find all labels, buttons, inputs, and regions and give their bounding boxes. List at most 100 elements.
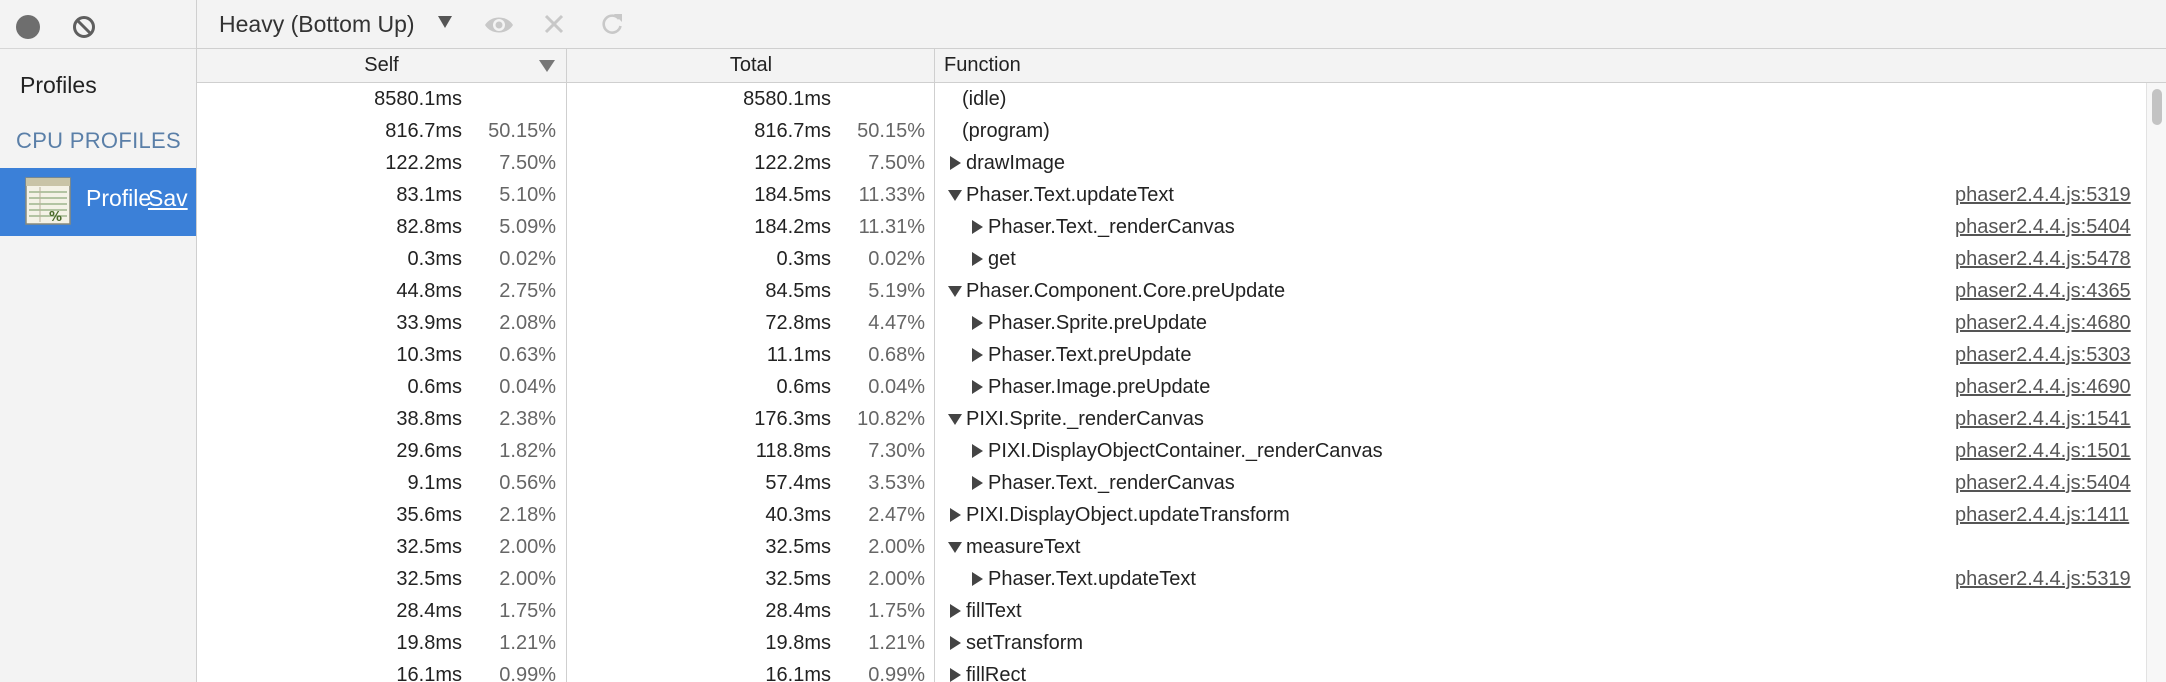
source-link[interactable]: phaser2.4.4.js:5303 [1955, 344, 2141, 367]
self-time-cell: 83.1ms [396, 184, 462, 206]
disclosure-collapsed-icon[interactable] [970, 316, 984, 330]
sidebar-item-profile[interactable]: % Profile Sav [0, 168, 196, 236]
disclosure-collapsed-icon[interactable] [948, 156, 962, 170]
source-link[interactable]: phaser2.4.4.js:5404 [1955, 216, 2141, 239]
table-row[interactable]: 10.3ms 0.63% 11.1ms 0.68% Phaser.Text.preUpd… [197, 339, 2166, 371]
table-row[interactable]: 38.8ms 2.38% 176.3ms 10.82% PIXI.Sprite._ren… [197, 403, 2166, 435]
source-link[interactable]: phaser2.4.4.js:5319 [1955, 184, 2141, 207]
disclosure-collapsed-icon[interactable] [970, 380, 984, 394]
total-percent-cell: 5.19% [868, 280, 925, 302]
dropdown-caret-icon[interactable] [435, 12, 455, 32]
vertical-scrollbar[interactable] [2146, 83, 2166, 682]
total-percent-cell: 1.21% [868, 632, 925, 654]
self-time-cell: 33.9ms [396, 312, 462, 334]
source-link[interactable]: phaser2.4.4.js:4690 [1955, 376, 2141, 399]
table-row[interactable]: 0.3ms 0.02% 0.3ms 0.02% get phaser2.4.4.js:54… [197, 243, 2166, 275]
source-link[interactable]: phaser2.4.4.js:1541 [1955, 408, 2141, 431]
self-percent-cell: 0.02% [499, 248, 556, 270]
clear-icon[interactable] [72, 15, 96, 39]
table-row[interactable]: 9.1ms 0.56% 57.4ms 3.53% Phaser.Text._render… [197, 467, 2166, 499]
total-time-cell: 32.5ms [765, 536, 831, 558]
self-percent-cell: 0.04% [499, 376, 556, 398]
disclosure-collapsed-icon[interactable] [970, 220, 984, 234]
source-link[interactable]: phaser2.4.4.js:5478 [1955, 248, 2141, 271]
total-time-cell: 0.6ms [776, 376, 831, 398]
disclosure-expanded-icon[interactable] [948, 540, 962, 554]
total-time-cell: 72.8ms [765, 312, 831, 334]
table-row[interactable]: 32.5ms 2.00% 32.5ms 2.00% Phaser.Text.update… [197, 563, 2166, 595]
disclosure-collapsed-icon[interactable] [948, 508, 962, 522]
disclosure-collapsed-icon[interactable] [970, 476, 984, 490]
function-name: fillRect [966, 664, 1027, 682]
table-row[interactable]: 8580.1ms 8580.1ms (idle) [197, 83, 2166, 115]
table-row[interactable]: 29.6ms 1.82% 118.8ms 7.30% PIXI.DisplayObjec… [197, 435, 2166, 467]
table-row[interactable]: 44.8ms 2.75% 84.5ms 5.19% Phaser.Component.C… [197, 275, 2166, 307]
total-percent-cell: 0.68% [868, 344, 925, 366]
self-time-cell: 82.8ms [396, 216, 462, 238]
sidebar-title: Profiles [20, 72, 97, 98]
disclosure-expanded-icon[interactable] [948, 412, 962, 426]
total-percent-cell: 0.02% [868, 248, 925, 270]
main-toolbar: Heavy (Bottom Up) [197, 0, 2166, 49]
function-name: (idle) [962, 88, 1007, 110]
source-link[interactable]: phaser2.4.4.js:1411 [1955, 504, 2141, 527]
table-row[interactable]: 16.1ms 0.99% 16.1ms 0.99% fillRect [197, 659, 2166, 682]
total-percent-cell: 0.99% [868, 664, 925, 682]
focus-eye-icon[interactable] [483, 12, 515, 38]
source-link[interactable]: phaser2.4.4.js:4365 [1955, 280, 2141, 303]
table-row[interactable]: 33.9ms 2.08% 72.8ms 4.47% Phaser.Sprite.preU… [197, 307, 2166, 339]
self-time-cell: 0.6ms [407, 376, 462, 398]
function-name: Phaser.Sprite.preUpdate [988, 312, 1208, 334]
total-time-cell: 16.1ms [765, 664, 831, 682]
reload-icon[interactable] [599, 11, 625, 37]
table-row[interactable]: 122.2ms 7.50% 122.2ms 7.50% drawImage [197, 147, 2166, 179]
function-name: PIXI.DisplayObjectContainer._renderCanva… [988, 440, 1383, 462]
function-name: PIXI.Sprite._renderCanvas [966, 408, 1204, 430]
source-link[interactable]: phaser2.4.4.js:5404 [1955, 472, 2141, 495]
disclosure-collapsed-icon[interactable] [970, 348, 984, 362]
table-row[interactable]: 816.7ms 50.15% 816.7ms 50.15% (program) [197, 115, 2166, 147]
disclosure-collapsed-icon[interactable] [970, 252, 984, 266]
table-row[interactable]: 19.8ms 1.21% 19.8ms 1.21% setTransform [197, 627, 2166, 659]
table-row[interactable]: 0.6ms 0.04% 0.6ms 0.04% Phaser.Image.preUpda… [197, 371, 2166, 403]
record-button[interactable] [16, 15, 40, 39]
self-time-cell: 16.1ms [396, 664, 462, 682]
table-row[interactable]: 32.5ms 2.00% 32.5ms 2.00% measureText [197, 531, 2166, 563]
disclosure-collapsed-icon[interactable] [970, 444, 984, 458]
disclosure-collapsed-icon[interactable] [970, 572, 984, 586]
total-time-cell: 184.5ms [754, 184, 831, 206]
exclude-x-icon[interactable] [542, 12, 566, 36]
disclosure-collapsed-icon[interactable] [948, 668, 962, 682]
function-name: Phaser.Text.updateText [966, 184, 1174, 206]
disclosure-expanded-icon[interactable] [948, 284, 962, 298]
total-percent-cell: 2.47% [868, 504, 925, 526]
column-header-function[interactable]: Function [944, 49, 1021, 82]
total-time-cell: 8580.1ms [743, 88, 831, 110]
view-mode-select[interactable]: Heavy (Bottom Up) [219, 11, 415, 38]
total-time-cell: 32.5ms [765, 568, 831, 590]
disclosure-collapsed-icon[interactable] [948, 604, 962, 618]
self-time-cell: 9.1ms [407, 472, 462, 494]
source-link[interactable]: phaser2.4.4.js:1501 [1955, 440, 2141, 463]
table-row[interactable]: 35.6ms 2.18% 40.3ms 2.47% PIXI.DisplayObject… [197, 499, 2166, 531]
column-header-self[interactable]: Self [197, 49, 566, 82]
total-percent-cell: 4.47% [868, 312, 925, 334]
self-time-cell: 29.6ms [396, 440, 462, 462]
total-percent-cell: 11.33% [858, 184, 925, 206]
save-link[interactable]: Sav [148, 185, 188, 212]
self-percent-cell: 2.08% [499, 312, 556, 334]
column-header-total[interactable]: Total [567, 49, 935, 82]
total-percent-cell: 2.00% [868, 536, 925, 558]
disclosure-collapsed-icon[interactable] [948, 636, 962, 650]
function-name: (program) [962, 120, 1050, 142]
table-row[interactable]: 83.1ms 5.10% 184.5ms 11.33% Phaser.Text.upda… [197, 179, 2166, 211]
table-row[interactable]: 82.8ms 5.09% 184.2ms 11.31% Phaser.Text._ren… [197, 211, 2166, 243]
source-link[interactable]: phaser2.4.4.js:4680 [1955, 312, 2141, 335]
disclosure-expanded-icon[interactable] [948, 188, 962, 202]
source-link[interactable]: phaser2.4.4.js:5319 [1955, 568, 2141, 591]
table-row[interactable]: 28.4ms 1.75% 28.4ms 1.75% fillText [197, 595, 2166, 627]
sort-descending-icon[interactable] [538, 58, 556, 74]
scrollbar-thumb[interactable] [2152, 89, 2162, 125]
self-percent-cell: 1.75% [499, 600, 556, 622]
self-time-cell: 35.6ms [396, 504, 462, 526]
